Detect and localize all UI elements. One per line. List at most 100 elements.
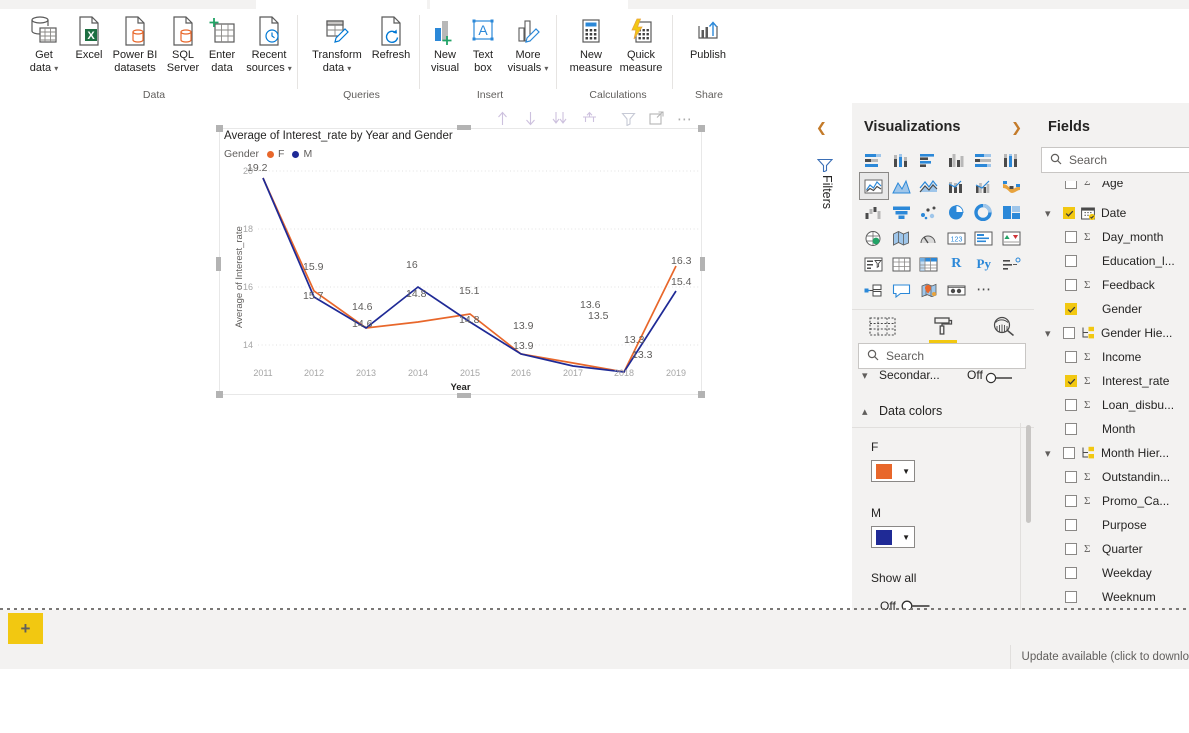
matrix-icon[interactable] [915,251,943,277]
field-row-interest-rate[interactable]: Σ Interest_rate [1034,369,1189,393]
new-visual-button[interactable]: New visual [425,13,465,75]
enter-data-button[interactable]: Enter data [202,13,242,75]
r-script-visual-icon[interactable]: R [943,251,971,277]
field-checkbox-day-month[interactable] [1065,231,1077,243]
field-checkbox-gender[interactable] [1065,303,1077,315]
field-checkbox-month[interactable] [1065,423,1077,435]
more-visuals-ellipsis-icon[interactable]: ⋯ [970,277,998,303]
ribbon-tab-a[interactable] [256,0,427,9]
drill-up-icon[interactable] [495,110,510,130]
100-stacked-bar-chart-icon[interactable] [970,147,998,173]
format-tab[interactable] [913,309,974,343]
text-box-button[interactable]: A Text box [463,13,503,75]
focus-mode-icon[interactable] [649,111,664,129]
fields-tab[interactable] [852,309,913,343]
field-row-loan-disbursed[interactable]: Σ Loan_disbu... [1034,393,1189,417]
field-checkbox-promo-category[interactable] [1065,495,1077,507]
field-checkbox-loan-disbursed[interactable] [1065,399,1077,411]
field-row-age[interactable]: Σ Age [1034,181,1189,201]
quick-measure-button[interactable]: Quick measure [615,13,667,75]
data-colors-section-header[interactable]: ▴ Data colors [852,401,1034,428]
field-row-weeknum[interactable]: Weeknum [1034,585,1189,609]
field-checkbox-date[interactable] [1063,207,1075,219]
field-row-outstanding[interactable]: Σ Outstandin... [1034,465,1189,489]
secondary-section-row[interactable]: ▾ Secondar... Off [852,369,1034,387]
field-checkbox-month-hierarchy[interactable] [1063,447,1075,459]
add-page-button[interactable]: + [8,613,43,644]
field-row-date[interactable]: ▾ Date [1034,201,1189,225]
update-available-link[interactable]: Update available (click to downlo [1022,651,1189,663]
field-checkbox-purpose[interactable] [1065,519,1077,531]
field-row-promo-category[interactable]: Σ Promo_Ca... [1034,489,1189,513]
recent-sources-button[interactable]: Recent sources ▾ [240,13,298,75]
series-line-f[interactable] [263,178,676,372]
more-visuals-button[interactable]: More visuals ▾ [501,13,555,75]
format-pane-scrollbar[interactable] [1026,425,1031,523]
field-checkbox-quarter[interactable] [1065,543,1077,555]
fields-search-input[interactable]: Search [1041,147,1189,173]
chevron-left-icon[interactable]: ❮ [816,120,827,136]
100-stacked-column-chart-icon[interactable] [998,147,1026,173]
donut-chart-icon[interactable] [970,199,998,225]
chevron-up-icon[interactable]: ▴ [862,405,868,418]
more-options-icon[interactable]: ⋯ [677,115,692,125]
line-and-clustered-column-chart-icon[interactable] [970,173,998,199]
expand-all-icon[interactable] [551,110,568,130]
ribbon-tab-b[interactable] [430,0,628,9]
transform-data-button[interactable]: Transform data ▾ [305,13,369,75]
field-checkbox-age[interactable] [1065,181,1077,189]
clustered-bar-chart-icon[interactable] [915,147,943,173]
drill-down-icon[interactable] [523,110,538,130]
field-row-education[interactable]: Education_l... [1034,249,1189,273]
treemap-icon[interactable] [998,199,1026,225]
scatter-chart-icon[interactable] [915,199,943,225]
field-checkbox-income[interactable] [1065,351,1077,363]
filters-pane-collapsed[interactable]: ❮ Filters [802,103,853,610]
excel-button[interactable]: X Excel [68,13,110,62]
filled-map-icon[interactable] [888,225,916,251]
sql-server-button[interactable]: SQL Server [162,13,204,75]
clustered-column-chart-icon[interactable] [943,147,971,173]
kpi-icon[interactable] [998,225,1026,251]
stacked-area-chart-icon[interactable] [915,173,943,199]
pie-chart-icon[interactable] [943,199,971,225]
chevron-down-icon[interactable]: ▾ [1045,207,1051,220]
gauge-icon[interactable] [915,225,943,251]
slicer-icon[interactable] [860,251,888,277]
analytics-tab[interactable] [973,309,1034,343]
field-checkbox-interest-rate[interactable] [1065,375,1077,387]
field-row-feedback[interactable]: Σ Feedback [1034,273,1189,297]
secondary-toggle[interactable] [985,372,1015,387]
new-measure-button[interactable]: New measure [565,13,617,75]
funnel-chart-icon[interactable] [888,199,916,225]
arcgis-map-icon[interactable] [915,277,943,303]
field-row-month-hierarchy[interactable]: ▾ Month Hier... [1034,441,1189,465]
table-icon[interactable] [888,251,916,277]
chevron-right-icon[interactable]: ❯ [1011,120,1022,136]
python-visual-icon[interactable]: Py [970,251,998,277]
field-checkbox-weekday[interactable] [1065,567,1077,579]
chevron-down-icon[interactable]: ▾ [1045,447,1051,460]
line-chart-icon[interactable] [860,173,888,199]
field-checkbox-weeknum[interactable] [1065,591,1077,603]
field-row-day-month[interactable]: Σ Day_month [1034,225,1189,249]
field-checkbox-education[interactable] [1065,255,1077,267]
field-checkbox-gender-hierarchy[interactable] [1063,327,1075,339]
chevron-down-icon[interactable]: ▾ [862,369,868,382]
stacked-column-chart-icon[interactable] [888,147,916,173]
drill-next-level-icon[interactable] [581,110,598,130]
ribbon-chart-icon[interactable] [998,173,1026,199]
field-checkbox-outstanding[interactable] [1065,471,1077,483]
field-row-purpose[interactable]: Purpose [1034,513,1189,537]
stacked-bar-chart-icon[interactable] [860,147,888,173]
key-influencers-icon[interactable] [860,277,888,303]
refresh-button[interactable]: Refresh [367,13,415,62]
data-color-picker-f[interactable]: ▼ [871,460,915,482]
publish-button[interactable]: Publish [680,13,736,62]
paginated-report-icon[interactable] [943,277,971,303]
filter-icon[interactable] [621,111,636,129]
multi-row-card-icon[interactable] [970,225,998,251]
field-row-weekday[interactable]: Weekday [1034,561,1189,585]
field-row-income[interactable]: Σ Income [1034,345,1189,369]
line-chart-visual[interactable]: Average of Interest_rate by Year and Gen… [219,128,702,395]
